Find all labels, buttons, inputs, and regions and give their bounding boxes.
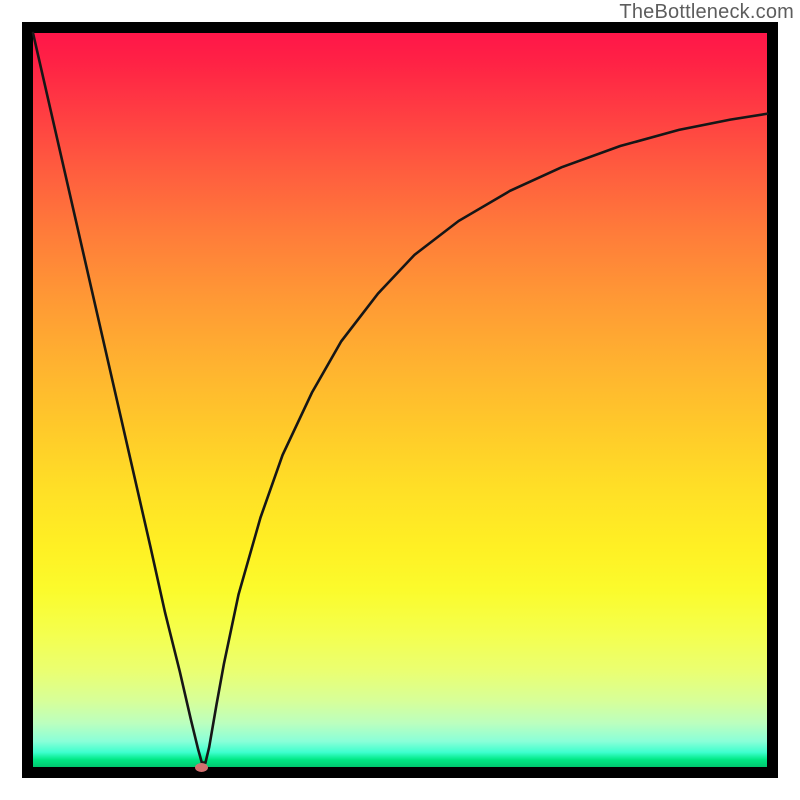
chart-frame	[22, 22, 778, 778]
chart-area	[33, 33, 767, 767]
chart-curve-svg	[33, 33, 767, 767]
attribution-text: TheBottleneck.com	[619, 1, 794, 24]
optimum-marker	[195, 763, 208, 772]
